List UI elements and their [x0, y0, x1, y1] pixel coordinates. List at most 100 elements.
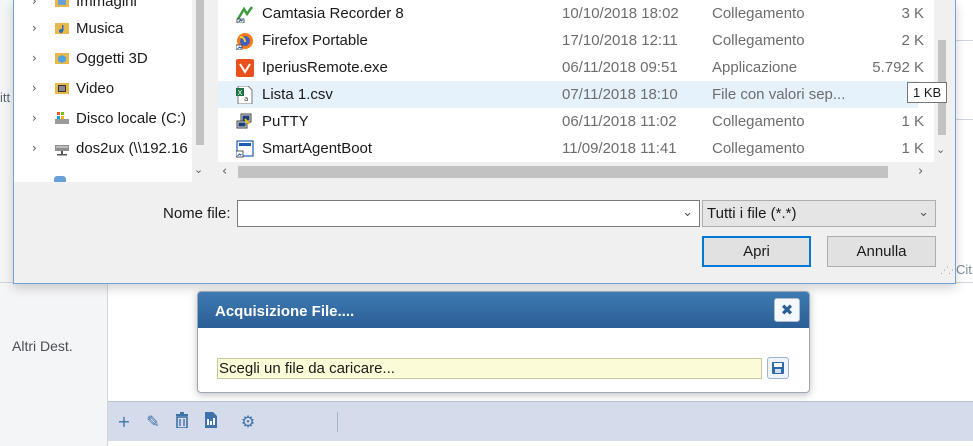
- file-size-tooltip: 1 KB: [907, 82, 948, 103]
- file-size: 1 K: [901, 140, 924, 157]
- modal-title: Acquisizione File....: [215, 303, 355, 320]
- file-date: 11/09/2018 11:41: [562, 140, 677, 157]
- chevron-right-icon[interactable]: ›: [32, 0, 46, 8]
- file-type: File con valori sep...: [712, 86, 846, 103]
- music-folder-icon: [54, 20, 70, 36]
- bottom-toolbar: + ✎ ⚙: [108, 401, 973, 441]
- file-date: 06/11/2018 11:02: [562, 113, 677, 130]
- file-name: IperiusRemote.exe: [262, 59, 388, 76]
- document-icon[interactable]: [201, 412, 221, 432]
- file-type: Collegamento: [712, 5, 805, 22]
- chevron-right-icon[interactable]: ›: [32, 21, 46, 35]
- file-chooser-field[interactable]: Scegli un file da caricare...: [217, 358, 762, 379]
- file-size: 1 K: [901, 113, 924, 130]
- file-type: Collegamento: [712, 140, 805, 157]
- file-row[interactable]: PuTTY 06/11/2018 11:02 Collegamento 1 K: [218, 108, 924, 135]
- local-disk-icon: [54, 110, 70, 126]
- file-name: PuTTY: [262, 113, 309, 130]
- file-row[interactable]: SmartAgentBoot 11/09/2018 11:41 Collegam…: [218, 135, 924, 162]
- file-row[interactable]: Firefox Portable 17/10/2018 12:11 Colleg…: [218, 27, 924, 54]
- file-date: 17/10/2018 12:11: [562, 32, 678, 49]
- file-row-selected[interactable]: Xa Lista 1.csv 07/11/2018 18:10 File con…: [218, 81, 918, 108]
- file-date: 06/11/2018 09:51: [562, 59, 678, 76]
- nav-item-pictures[interactable]: › Immagini: [14, 0, 194, 15]
- acquisition-modal: Acquisizione File.... ✖ Scegli un file d…: [197, 291, 810, 393]
- file-type-filter-value: Tutti i file (*.*): [707, 205, 797, 222]
- nav-item-label: Disco locale (C:): [76, 109, 187, 127]
- gear-icon[interactable]: ⚙: [238, 412, 258, 432]
- cancel-button[interactable]: Annulla: [827, 236, 936, 267]
- pencil-icon[interactable]: ✎: [143, 412, 163, 432]
- file-name: Camtasia Recorder 8: [262, 5, 404, 22]
- file-type: Collegamento: [712, 32, 805, 49]
- svg-text:a: a: [244, 95, 248, 103]
- file-list: Camtasia Recorder 8 10/10/2018 18:02 Col…: [218, 0, 938, 162]
- chevron-right-icon[interactable]: ›: [32, 141, 46, 155]
- horizontal-scroll-thumb[interactable]: [238, 166, 888, 178]
- nav-item-local-disk[interactable]: › Disco locale (C:): [14, 104, 194, 132]
- csv-file-icon: Xa: [236, 85, 254, 105]
- file-list-vertical-scrollbar[interactable]: ⌄: [934, 0, 950, 162]
- file-type: Collegamento: [712, 113, 805, 130]
- file-name: SmartAgentBoot: [262, 140, 373, 157]
- network-drive-icon: [54, 140, 70, 156]
- nav-item-label: dos2ux (\\192.16: [76, 139, 188, 157]
- chevron-down-icon[interactable]: ⌄: [936, 143, 945, 156]
- nav-scroll-thumb[interactable]: [196, 0, 204, 145]
- open-button[interactable]: Apri: [702, 236, 811, 267]
- chevron-left-icon[interactable]: ‹: [222, 164, 227, 179]
- file-size: 5.792 K: [872, 59, 924, 76]
- nav-item-label: Video: [76, 79, 115, 97]
- file-name: Lista 1.csv: [262, 86, 333, 103]
- iperius-remote-icon: [236, 59, 254, 77]
- file-list-horizontal-scrollbar[interactable]: ‹ ›: [218, 162, 938, 182]
- filename-input[interactable]: ⌄: [237, 200, 700, 227]
- nav-item-partial-icon: [54, 176, 66, 182]
- putty-icon: [236, 113, 254, 131]
- smartagent-icon: [235, 140, 254, 158]
- file-type-filter[interactable]: Tutti i file (*.*) ⌄: [702, 200, 936, 227]
- 3d-objects-folder-icon: [54, 50, 70, 66]
- firefox-icon: [235, 32, 254, 51]
- altri-dest-label: Altri Dest.: [12, 338, 73, 354]
- background-clipped-right-label: Cit: [956, 262, 972, 277]
- nav-item-label: Musica: [76, 19, 124, 37]
- save-icon[interactable]: [767, 357, 789, 379]
- file-size: 3 K: [901, 5, 924, 22]
- chevron-down-icon[interactable]: ⌄: [194, 163, 203, 176]
- chevron-right-icon[interactable]: ›: [32, 51, 46, 65]
- file-row[interactable]: IperiusRemote.exe 06/11/2018 09:51 Appli…: [218, 54, 924, 81]
- file-type: Applicazione: [712, 59, 798, 76]
- svg-text:X: X: [238, 89, 243, 97]
- modal-header: Acquisizione File.... ✖: [198, 292, 809, 328]
- file-date: 07/11/2018 18:10: [562, 86, 678, 103]
- file-name: Firefox Portable: [262, 32, 368, 49]
- chevron-right-icon[interactable]: ›: [918, 164, 923, 179]
- camtasia-icon: [236, 5, 254, 24]
- nav-item-video[interactable]: › Video: [14, 74, 194, 102]
- chevron-right-icon[interactable]: ›: [32, 81, 46, 95]
- plus-icon[interactable]: +: [114, 412, 134, 432]
- file-row[interactable]: Camtasia Recorder 8 10/10/2018 18:02 Col…: [218, 0, 924, 27]
- nav-item-music[interactable]: › Musica: [14, 14, 194, 42]
- toolbar-separator: [337, 412, 338, 432]
- background-clipped-label: itt: [0, 90, 11, 105]
- chevron-right-icon[interactable]: ›: [32, 111, 46, 125]
- file-open-dialog: › Immagini › Musica › Oggetti 3D › Video…: [13, 0, 957, 284]
- file-size: 2 K: [901, 32, 924, 49]
- resize-grip-icon[interactable]: ⋰⋰: [940, 266, 957, 276]
- nav-item-label: Immagini: [76, 0, 137, 10]
- file-date: 10/10/2018 18:02: [562, 5, 679, 22]
- close-icon[interactable]: ✖: [774, 298, 800, 322]
- nav-item-network-drive[interactable]: › dos2ux (\\192.16: [14, 134, 194, 162]
- chevron-down-icon[interactable]: ⌄: [682, 205, 693, 220]
- video-folder-icon: [54, 80, 70, 96]
- filename-label: Nome file:: [163, 205, 231, 222]
- chevron-down-icon[interactable]: ⌄: [918, 205, 929, 220]
- navigation-pane: › Immagini › Musica › Oggetti 3D › Video…: [14, 0, 208, 182]
- trash-icon[interactable]: [172, 412, 192, 432]
- nav-item-3d-objects[interactable]: › Oggetti 3D: [14, 44, 194, 72]
- nav-item-label: Oggetti 3D: [76, 49, 148, 67]
- pictures-folder-icon: [54, 0, 70, 9]
- nav-scrollbar[interactable]: ⌄: [192, 0, 208, 182]
